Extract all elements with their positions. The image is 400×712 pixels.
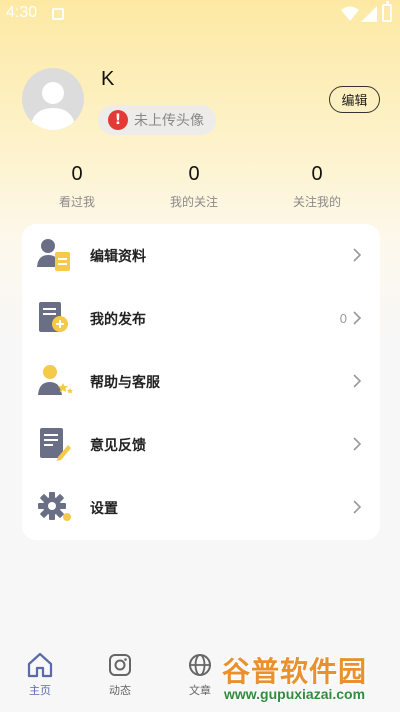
nav-label: 主页 xyxy=(29,684,51,697)
battery-icon xyxy=(382,1,392,22)
status-time: 4:30 xyxy=(6,4,38,21)
chevron-right-icon xyxy=(353,311,362,325)
stat-my-following[interactable]: 0 我的关注 xyxy=(139,160,249,210)
chevron-right-icon xyxy=(353,248,362,262)
nav-label: 动态 xyxy=(109,684,131,697)
site-watermark: 谷普软件园 www.gupuxiazai.com xyxy=(218,650,396,706)
menu-item-label: 我的发布 xyxy=(90,311,146,328)
avatar[interactable] xyxy=(22,68,84,130)
username: K xyxy=(101,68,115,90)
menu-item-settings[interactable]: 设置 xyxy=(22,476,380,539)
wifi-icon xyxy=(341,6,359,21)
settings-icon xyxy=(38,492,71,521)
stat-label: 看过我 xyxy=(58,195,95,209)
nav-item-home[interactable]: 主页 xyxy=(10,652,70,698)
avatar-notice-badge[interactable]: ! 未上传头像 xyxy=(98,105,216,135)
my-posts-count: 0 xyxy=(339,311,347,326)
menu-item-help-service[interactable]: 帮助与客服 xyxy=(22,350,380,413)
default-avatar-icon xyxy=(30,82,76,130)
menu-item-feedback[interactable]: 意见反馈 xyxy=(22,413,380,476)
camera-icon xyxy=(109,654,131,676)
edit-button[interactable]: 编辑 xyxy=(329,86,380,113)
stat-value: 0 xyxy=(311,163,323,185)
menu-item-label: 编辑资料 xyxy=(90,248,146,265)
menu-item-label: 设置 xyxy=(90,500,118,517)
my-posts-icon xyxy=(39,302,68,332)
watermark-title: 谷普软件园 xyxy=(222,655,368,688)
feedback-icon xyxy=(40,428,71,461)
signal-icon xyxy=(361,6,377,22)
watermark-url: www.gupuxiazai.com xyxy=(224,686,366,702)
chevron-right-icon xyxy=(353,374,362,388)
globe-icon xyxy=(189,654,211,676)
customer-service-icon xyxy=(38,365,73,395)
stat-followers[interactable]: 0 关注我的 xyxy=(262,160,372,210)
status-bar: 4:30 xyxy=(0,0,400,28)
chevron-right-icon xyxy=(353,500,362,514)
home-icon xyxy=(27,652,53,678)
menu-item-my-posts[interactable]: 我的发布 0 xyxy=(22,287,380,350)
avatar-notice-text: 未上传头像 xyxy=(134,113,204,129)
nav-item-moments[interactable]: 动态 xyxy=(90,652,150,698)
menu-item-label: 意见反馈 xyxy=(90,437,146,454)
menu-card: 编辑资料 我的发布 0 帮助与客服 意见反馈 设置 xyxy=(22,224,380,540)
stat-label: 关注我的 xyxy=(292,195,341,209)
stat-label: 我的关注 xyxy=(169,195,218,209)
stat-value: 0 xyxy=(71,163,83,185)
edit-profile-icon xyxy=(37,239,70,271)
chevron-right-icon xyxy=(353,437,362,451)
menu-item-label: 帮助与客服 xyxy=(90,374,160,391)
notification-icon xyxy=(52,8,64,20)
stat-viewed-me[interactable]: 0 看过我 xyxy=(22,160,132,210)
stat-value: 0 xyxy=(188,163,200,185)
menu-item-edit-profile[interactable]: 编辑资料 xyxy=(22,224,380,287)
warning-icon: ! xyxy=(108,110,128,130)
